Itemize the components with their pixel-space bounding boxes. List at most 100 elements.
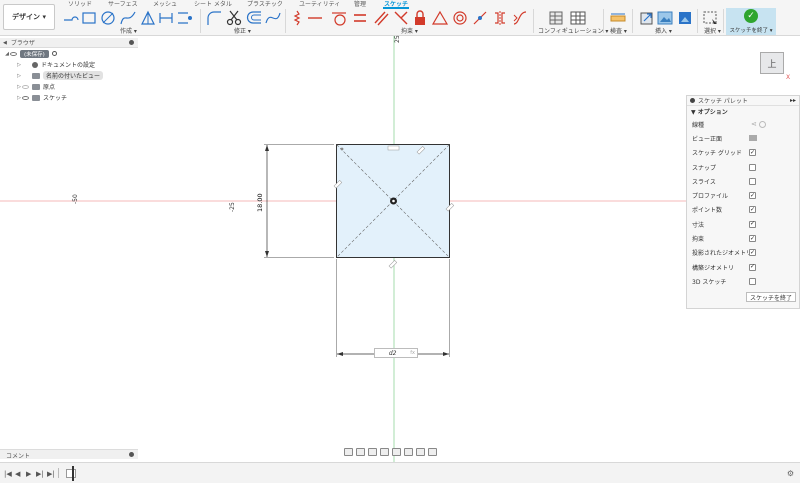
option-label: スケッチ グリッド xyxy=(692,150,742,158)
3d-sketch-checkbox[interactable] xyxy=(749,277,756,285)
option-label: 拘束 xyxy=(692,236,705,244)
pin-icon[interactable] xyxy=(129,452,134,457)
tree-item-label: 名前の付いたビュー xyxy=(43,71,104,80)
timeline-settings-gear-icon[interactable]: ⚙ xyxy=(787,469,794,478)
navigation-bar xyxy=(344,446,456,458)
tree-item-label: 原点 xyxy=(43,84,56,91)
option-label: プロファイル xyxy=(692,193,729,201)
folder-icon xyxy=(32,72,40,79)
tree-item-label: スケッチ xyxy=(43,95,68,102)
go-to-end-icon[interactable]: ▶| xyxy=(47,470,55,478)
tree-item-named-views[interactable]: ▷ 名前の付いたビュー xyxy=(0,70,138,81)
option-profile: プロファイル xyxy=(687,188,799,202)
tree-item-sketches[interactable]: ▷ スケッチ xyxy=(0,92,138,103)
sketch-palette-title: スケッチ パレット xyxy=(698,98,748,105)
timeline-playhead[interactable] xyxy=(72,466,74,481)
option-points: ポイント数 xyxy=(687,203,799,217)
view-cube[interactable]: 上 xyxy=(760,52,784,74)
dimension-input-value[interactable]: d2 xyxy=(375,350,410,357)
fx-icon[interactable]: fx xyxy=(410,350,417,356)
view-cube-face-top[interactable]: 上 xyxy=(767,57,776,70)
construction-geometry-checkbox[interactable] xyxy=(749,263,756,271)
viewports-icon[interactable] xyxy=(428,448,437,456)
sketch-grid-checkbox[interactable] xyxy=(749,149,756,157)
option-label: 線種 xyxy=(692,121,705,129)
browser-header[interactable]: ◀ ブラウザ xyxy=(0,38,138,48)
option-label: 投影されたジオメトリ xyxy=(692,250,753,258)
x-axis-label-neg50: -50 xyxy=(72,194,79,204)
expand-arrow-icon[interactable]: ▷ xyxy=(16,73,22,79)
root-component-label[interactable]: (未保存) xyxy=(20,49,49,58)
sketch-palette: スケッチ パレット ▸▸ ▼ オプション 線種 ⋖ ビュー正面 スケッチ グリッ… xyxy=(686,95,800,309)
timeline-sketch-feature[interactable] xyxy=(66,469,76,478)
activate-radio-icon[interactable] xyxy=(51,51,57,56)
points-checkbox[interactable] xyxy=(749,206,756,214)
tree-item-document-settings[interactable]: ▷ ドキュメントの設定 xyxy=(0,59,138,70)
gear-icon xyxy=(32,61,38,68)
option-snap: スナップ xyxy=(687,160,799,174)
centerline-icon[interactable] xyxy=(759,120,766,128)
step-forward-icon[interactable]: ▶| xyxy=(36,470,44,478)
x-axis-label-neg25: -25 xyxy=(229,202,236,212)
option-construction-geometry: 構築ジオメトリ xyxy=(687,260,799,274)
view-cube-x-axis-label: X xyxy=(786,74,791,81)
option-label: 寸法 xyxy=(692,221,705,229)
pin-icon[interactable] xyxy=(129,40,134,45)
option-label: ビュー正面 xyxy=(692,135,723,143)
construction-line-icon[interactable]: ⋖ xyxy=(751,120,757,128)
projected-geometry-checkbox[interactable] xyxy=(749,249,756,257)
comments-title: コメント xyxy=(6,453,31,460)
visibility-eye-icon[interactable] xyxy=(22,84,29,89)
option-linetype: 線種 ⋖ xyxy=(687,117,799,131)
option-dimensions: 寸法 xyxy=(687,217,799,231)
option-look-at: ビュー正面 xyxy=(687,131,799,145)
snap-checkbox[interactable] xyxy=(749,163,756,171)
visibility-eye-icon[interactable] xyxy=(22,95,29,100)
palette-finish-sketch-button[interactable]: スケッチを終了 xyxy=(745,292,796,302)
option-label: ポイント数 xyxy=(692,207,723,215)
fit-icon[interactable] xyxy=(392,448,401,456)
option-3d-sketch: 3D スケッチ xyxy=(687,274,799,288)
option-label: 3D スケッチ xyxy=(692,278,727,286)
options-section-header[interactable]: ▼ オプション xyxy=(687,106,799,117)
constraint-glyph-bottom xyxy=(388,259,398,269)
sketch-palette-header[interactable]: スケッチ パレット ▸▸ xyxy=(687,96,799,106)
option-sketch-grid: スケッチ グリッド xyxy=(687,146,799,160)
look-at-icon[interactable] xyxy=(749,135,757,142)
zoom-icon[interactable] xyxy=(380,448,389,456)
dimension-input-field[interactable]: d2 fx xyxy=(374,348,418,358)
vertical-dimension-value[interactable]: 18.00 xyxy=(256,193,264,212)
option-constraints: 拘束 xyxy=(687,231,799,245)
folder-icon xyxy=(32,94,40,101)
collapse-arrow-icon[interactable]: ◀ xyxy=(3,40,7,46)
corner-point xyxy=(340,147,344,151)
timeline: |◀ ◀ ▶ ▶| ▶| ⚙ xyxy=(0,462,800,483)
profile-checkbox[interactable] xyxy=(749,192,756,200)
tree-item-label: ドキュメントの設定 xyxy=(41,62,96,69)
constraints-checkbox[interactable] xyxy=(749,235,756,243)
browser-title: ブラウザ xyxy=(10,40,35,47)
tree-root[interactable]: ◢ (未保存) xyxy=(0,48,138,59)
step-back-icon[interactable]: ◀ xyxy=(15,470,20,478)
comments-panel[interactable]: コメント xyxy=(0,449,138,460)
go-to-start-icon[interactable]: |◀ xyxy=(4,470,12,478)
grid-settings-icon[interactable] xyxy=(416,448,425,456)
orbit-icon[interactable] xyxy=(344,448,353,456)
expand-arrows-icon[interactable]: ▸▸ xyxy=(790,97,796,104)
expand-arrow-icon[interactable]: ▷ xyxy=(16,62,22,68)
display-settings-icon[interactable] xyxy=(404,448,413,456)
dimensions-checkbox[interactable] xyxy=(749,220,756,228)
visibility-eye-icon[interactable] xyxy=(10,51,17,56)
constraint-glyph-top xyxy=(387,145,400,151)
look-at-icon[interactable] xyxy=(356,448,365,456)
option-label: スライス xyxy=(692,178,716,186)
play-icon[interactable]: ▶ xyxy=(26,470,31,478)
tree-item-origin[interactable]: ▷ 原点 xyxy=(0,81,138,92)
browser-panel: ◀ ブラウザ ◢ (未保存) ▷ ドキュメントの設定 ▷ 名前の付いたビュー ▷… xyxy=(0,38,138,110)
option-projected-geometry: 投影されたジオメトリ xyxy=(687,246,799,260)
slice-checkbox[interactable] xyxy=(749,177,756,185)
option-label: スナップ xyxy=(692,164,717,172)
option-label: 構築ジオメトリ xyxy=(692,264,735,272)
timeline-divider xyxy=(58,468,59,478)
pan-hand-icon[interactable] xyxy=(368,448,377,456)
